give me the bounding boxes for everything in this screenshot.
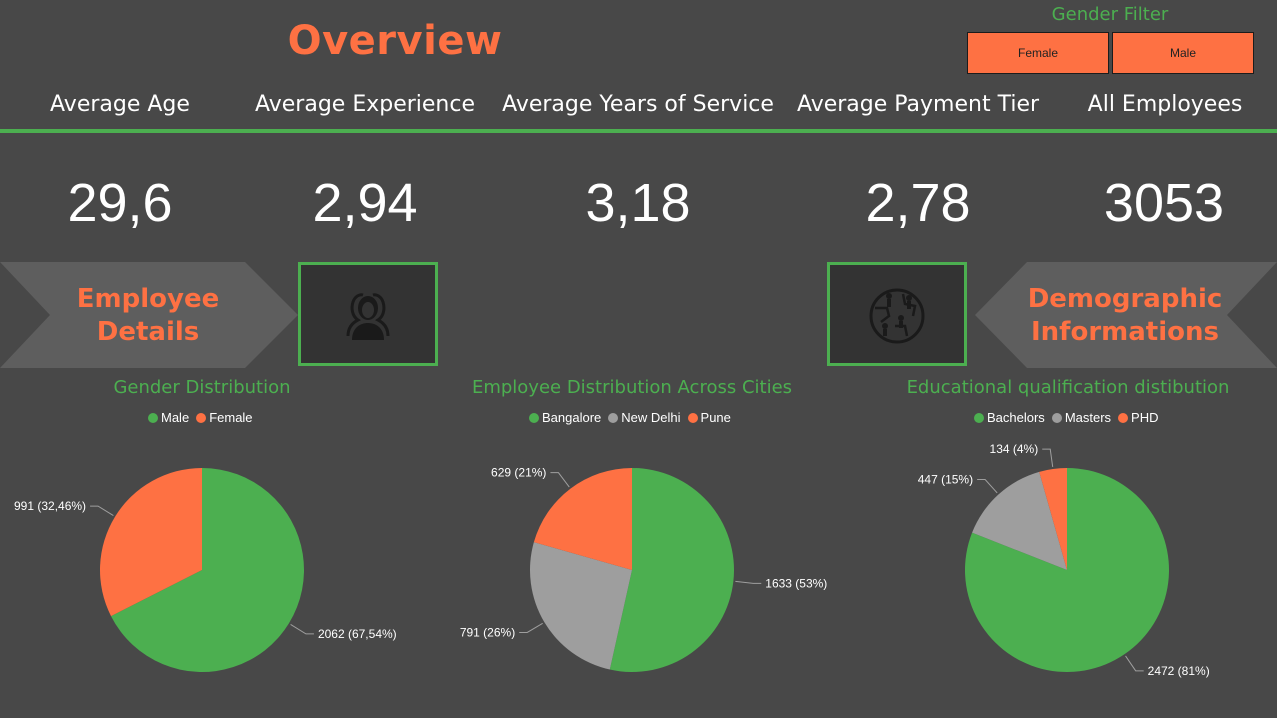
banner-left-line2: Details xyxy=(96,317,200,347)
kpi-label-average-age: Average Age xyxy=(50,92,190,117)
cities-legend: Bangalore New Delhi Pune xyxy=(529,410,731,425)
gender-pie-chart: 2062 (67,54%) 991 (32,46%) xyxy=(14,468,397,672)
kpi-value-all-employees: 3053 xyxy=(1103,173,1225,233)
legend-dot-phd xyxy=(1118,412,1129,423)
legend-label-bachelors: Bachelors xyxy=(987,410,1045,425)
legend-item-bangalore[interactable]: Bangalore xyxy=(529,410,601,425)
demographic-icon-box xyxy=(827,262,967,366)
legend-dot-masters xyxy=(1051,412,1062,423)
legend-label-new-delhi: New Delhi xyxy=(621,410,681,425)
leader-line-male xyxy=(290,624,314,635)
data-label-phd: 134 (4%) xyxy=(990,442,1039,456)
banner-right-line2: Informations xyxy=(1030,317,1219,347)
legend-item-male[interactable]: Male xyxy=(148,410,189,425)
legend-dot-bachelors xyxy=(974,412,984,423)
legend-item-masters[interactable]: Masters xyxy=(1051,410,1112,425)
gender-chart-title: Gender Distribution xyxy=(113,377,291,398)
legend-dot-bangalore xyxy=(529,412,539,423)
leader-line-phd xyxy=(1042,448,1054,468)
employee-details-title: Employee Details xyxy=(58,283,238,349)
data-label-male: 2062 (67,54%) xyxy=(318,627,397,641)
legend-dot-female xyxy=(196,412,207,423)
leader-line-female xyxy=(90,505,114,516)
header-divider xyxy=(0,129,1277,133)
leader-line-bachelors xyxy=(1125,655,1144,672)
cities-chart-title: Employee Distribution Across Cities xyxy=(471,377,793,398)
data-label-female: 991 (32,46%) xyxy=(14,499,86,513)
legend-item-pune[interactable]: Pune xyxy=(687,410,731,425)
employee-icon-box xyxy=(298,262,438,366)
legend-item-female[interactable]: Female xyxy=(196,410,253,425)
legend-dot-new-delhi xyxy=(608,412,619,423)
gender-filter-label: Gender Filter xyxy=(1051,4,1169,25)
gender-legend: Male Female xyxy=(148,410,253,425)
data-label-new-delhi: 791 (26%) xyxy=(460,625,515,639)
female-filter-button[interactable]: Female xyxy=(967,32,1109,74)
legend-label-pune: Pune xyxy=(700,410,731,425)
legend-item-bachelors[interactable]: Bachelors xyxy=(974,410,1045,425)
legend-label-male: Male xyxy=(161,410,190,425)
legend-dot-male xyxy=(148,412,158,423)
banner-left-line1: Employee xyxy=(76,284,220,314)
page-title: Overview xyxy=(287,18,503,64)
kpi-value-average-years-of-service: 3,18 xyxy=(585,173,691,233)
kpi-label-average-years-of-service: Average Years of Service xyxy=(502,92,774,117)
legend-item-phd[interactable]: PHD xyxy=(1118,410,1159,425)
leader-line-new-delhi xyxy=(519,622,543,633)
leader-line-masters xyxy=(977,479,998,494)
kpi-label-average-payment-tier: Average Payment Tier xyxy=(796,92,1040,117)
leader-line-pune xyxy=(550,472,570,488)
banner-right-line1: Demographic xyxy=(1027,284,1223,314)
globe-people-icon xyxy=(869,288,925,344)
legend-label-phd: PHD xyxy=(1131,410,1159,425)
kpi-value-average-age: 29,6 xyxy=(67,173,173,233)
legend-label-masters: Masters xyxy=(1064,410,1112,425)
data-label-pune: 629 (21%) xyxy=(491,466,546,480)
education-legend: Bachelors Masters PHD xyxy=(974,410,1159,425)
leader-line-bangalore xyxy=(735,580,762,584)
legend-label-bangalore: Bangalore xyxy=(542,410,602,425)
demographic-informations-title: Demographic Informations xyxy=(1015,283,1235,349)
data-label-masters: 447 (15%) xyxy=(918,473,973,487)
kpi-label-average-experience: Average Experience xyxy=(254,92,476,117)
kpi-label-all-employees: All Employees xyxy=(1087,92,1243,117)
kpi-value-average-payment-tier: 2,78 xyxy=(865,173,971,233)
legend-item-new-delhi[interactable]: New Delhi xyxy=(608,410,681,425)
kpi-value-average-experience: 2,94 xyxy=(312,173,418,233)
education-chart-title: Educational qualification distibution xyxy=(906,377,1230,398)
employees-icon xyxy=(346,293,390,340)
legend-label-female: Female xyxy=(209,410,253,425)
male-filter-button[interactable]: Male xyxy=(1112,32,1254,74)
data-label-bangalore: 1633 (53%) xyxy=(765,576,827,590)
legend-dot-pune xyxy=(687,412,698,423)
data-label-bachelors: 2472 (81%) xyxy=(1148,664,1210,678)
education-pie-chart: 2472 (81%) 447 (15%) 134 (4%) xyxy=(918,442,1210,678)
cities-pie-chart: 1633 (53%) 791 (26%) 629 (21%) xyxy=(460,466,827,672)
